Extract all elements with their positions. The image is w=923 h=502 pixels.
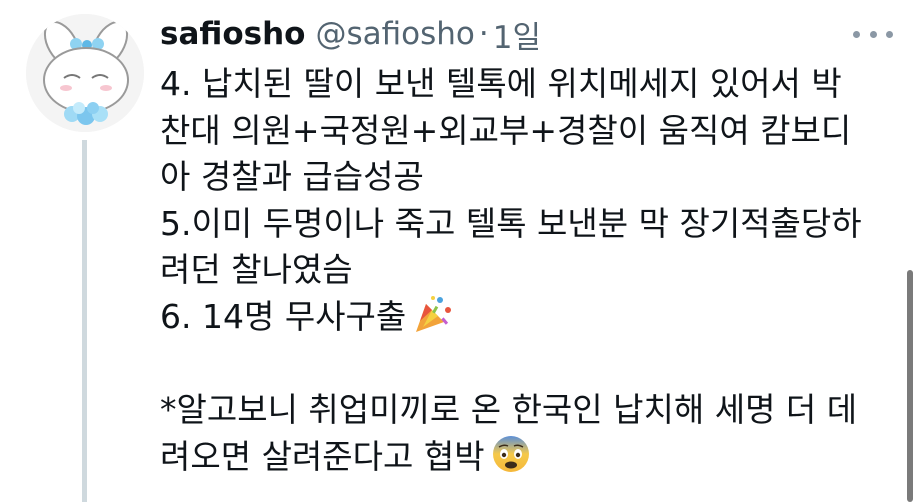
display-name[interactable]: safiosho — [160, 16, 305, 52]
tweet-line: 아 경찰과 급습성공 — [160, 157, 424, 197]
tweet-line — [160, 341, 890, 388]
more-options-button[interactable] — [853, 20, 893, 48]
tweet-line: 려오면 살려준다고 협박 — [160, 434, 890, 481]
ellipsis-dot-icon — [886, 30, 893, 38]
tweet-header: safiosho @safiosho · 1일 — [160, 12, 541, 56]
fearful-face-icon — [491, 434, 531, 487]
timestamp[interactable]: 1일 — [493, 12, 541, 57]
tweet-line: *알고보니 취업미끼로 온 한국인 납치해 세명 더 데 — [160, 390, 858, 430]
user-handle[interactable]: @safiosho — [315, 16, 474, 52]
scrollbar-thumb[interactable] — [907, 270, 913, 502]
separator-dot: · — [478, 16, 489, 52]
tweet-line: 려던 찰나였슴 — [160, 250, 353, 290]
ellipsis-dot-icon — [853, 30, 860, 38]
avatar[interactable] — [26, 14, 144, 132]
ellipsis-dot-icon — [869, 30, 877, 38]
thread-line — [82, 140, 87, 502]
party-popper-icon — [412, 294, 452, 347]
tweet-line: 6. 14명 무사구출 — [160, 294, 890, 341]
tweet-text: 4. 납치된 딸이 보낸 텔톡에 위치메세지 있어서 박 찬대 의원+국정원+외… — [160, 61, 890, 480]
bunny-avatar-icon — [26, 14, 144, 132]
tweet-line: 5.이미 두명이나 죽고 텔톡 보낸분 막 장기적출당하 — [160, 203, 862, 243]
tweet[interactable]: safiosho @safiosho · 1일 4. 납치된 딸이 보낸 텔톡에… — [0, 0, 923, 502]
tweet-line: 4. 납치된 딸이 보낸 텔톡에 위치메세지 있어서 박 — [160, 64, 842, 103]
tweet-line: 찬대 의원+국정원+외교부+경찰이 움직여 캄보디 — [160, 110, 852, 150]
